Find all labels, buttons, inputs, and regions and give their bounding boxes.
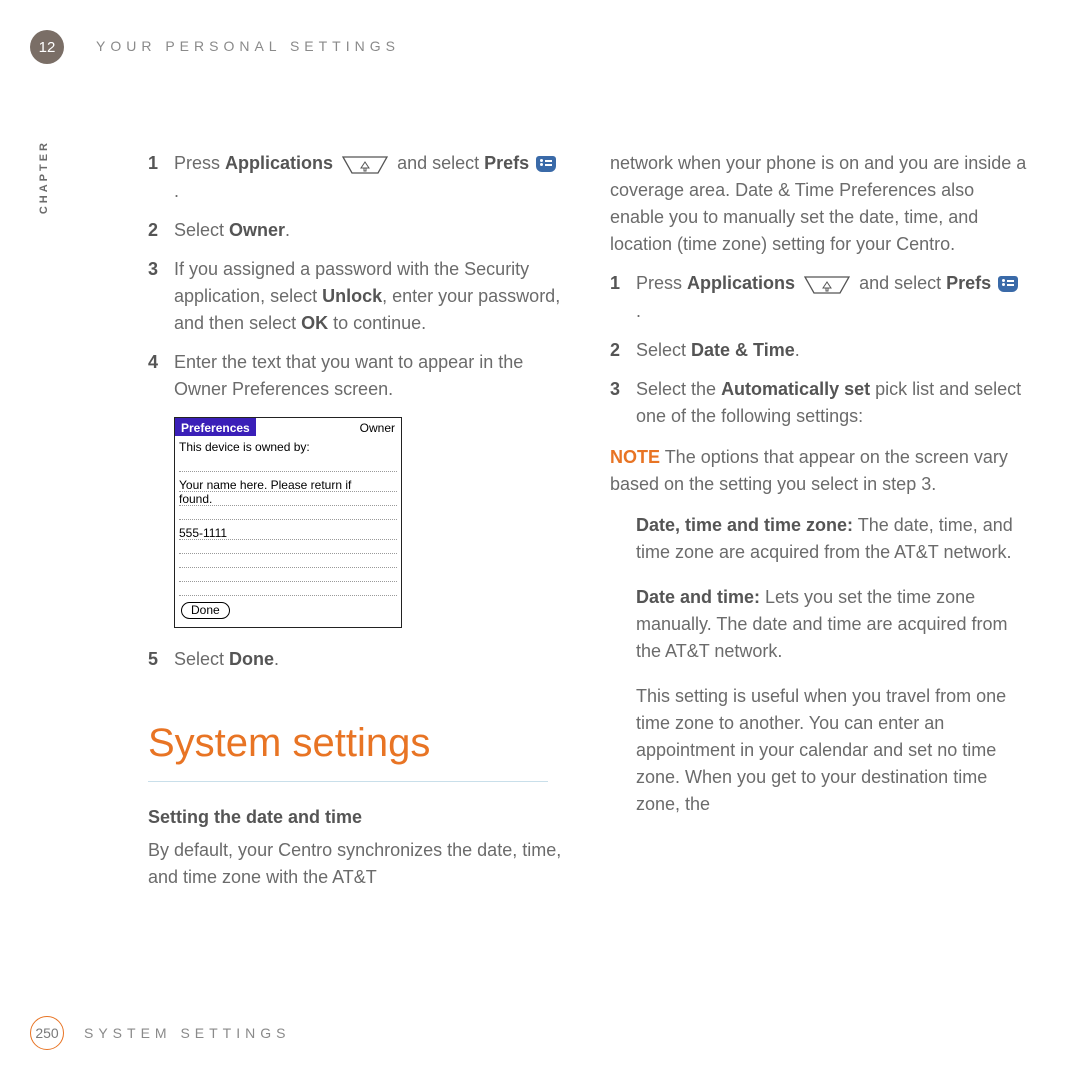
- step-number: 3: [148, 256, 174, 337]
- step-number: 2: [148, 217, 174, 244]
- page-number: 250: [30, 1016, 64, 1050]
- section-heading: System settings: [148, 713, 548, 782]
- step-number: 1: [148, 150, 174, 205]
- prefs-icon: [536, 156, 556, 172]
- step-number: 2: [610, 337, 636, 364]
- palm-title-right: Owner: [256, 418, 401, 436]
- chapter-number-badge: 12: [30, 30, 64, 64]
- footer-title: SYSTEM SETTINGS: [84, 1025, 290, 1041]
- step-number: 3: [610, 376, 636, 430]
- right-column: network when your phone is on and you ar…: [610, 150, 1030, 891]
- option-tail: This setting is useful when you travel f…: [636, 683, 1030, 818]
- step-number: 4: [148, 349, 174, 403]
- palm-title-left: Preferences: [175, 418, 256, 436]
- palm-owned-by-label: This device is owned by:: [179, 438, 397, 456]
- option-paragraph: Date and time: Lets you set the time zon…: [636, 584, 1030, 665]
- palm-owner-name-line: Your name here. Please return if: [179, 478, 397, 492]
- palm-done-button[interactable]: Done: [181, 602, 230, 619]
- step-body: Select the Automatically set pick list a…: [636, 376, 1030, 430]
- palm-owner-name-line2: found.: [179, 492, 397, 506]
- step-body: Select Date & Time.: [636, 337, 1030, 364]
- applications-key-icon: [804, 271, 850, 298]
- chapter-label-vertical: CHAPTER: [38, 140, 50, 214]
- step-body: Press Applications and select Prefs .: [636, 270, 1030, 325]
- step-body: Press Applications and select Prefs .: [174, 150, 568, 205]
- note-text: The options that appear on the screen va…: [610, 447, 1008, 494]
- step-body: Enter the text that you want to appear i…: [174, 349, 568, 403]
- palm-phone-line: 555-1111: [179, 526, 397, 540]
- step-body: If you assigned a password with the Secu…: [174, 256, 568, 337]
- step-body: Select Done.: [174, 646, 568, 673]
- step-number: 1: [610, 270, 636, 325]
- left-column: 1 Press Applications and select Prefs . …: [148, 150, 568, 891]
- step-number: 5: [148, 646, 174, 673]
- step-body: Select Owner.: [174, 217, 568, 244]
- intro-paragraph: By default, your Centro synchronizes the…: [148, 837, 568, 891]
- owner-preferences-screenshot: Preferences Owner This device is owned b…: [174, 417, 402, 628]
- note-label: NOTE: [610, 447, 660, 467]
- prefs-icon: [998, 276, 1018, 292]
- sub-heading: Setting the date and time: [148, 804, 568, 831]
- intro-continuation: network when your phone is on and you ar…: [610, 150, 1030, 258]
- option-paragraph: Date, time and time zone: The date, time…: [636, 512, 1030, 566]
- applications-key-icon: [342, 151, 388, 178]
- header-title: YOUR PERSONAL SETTINGS: [96, 38, 400, 54]
